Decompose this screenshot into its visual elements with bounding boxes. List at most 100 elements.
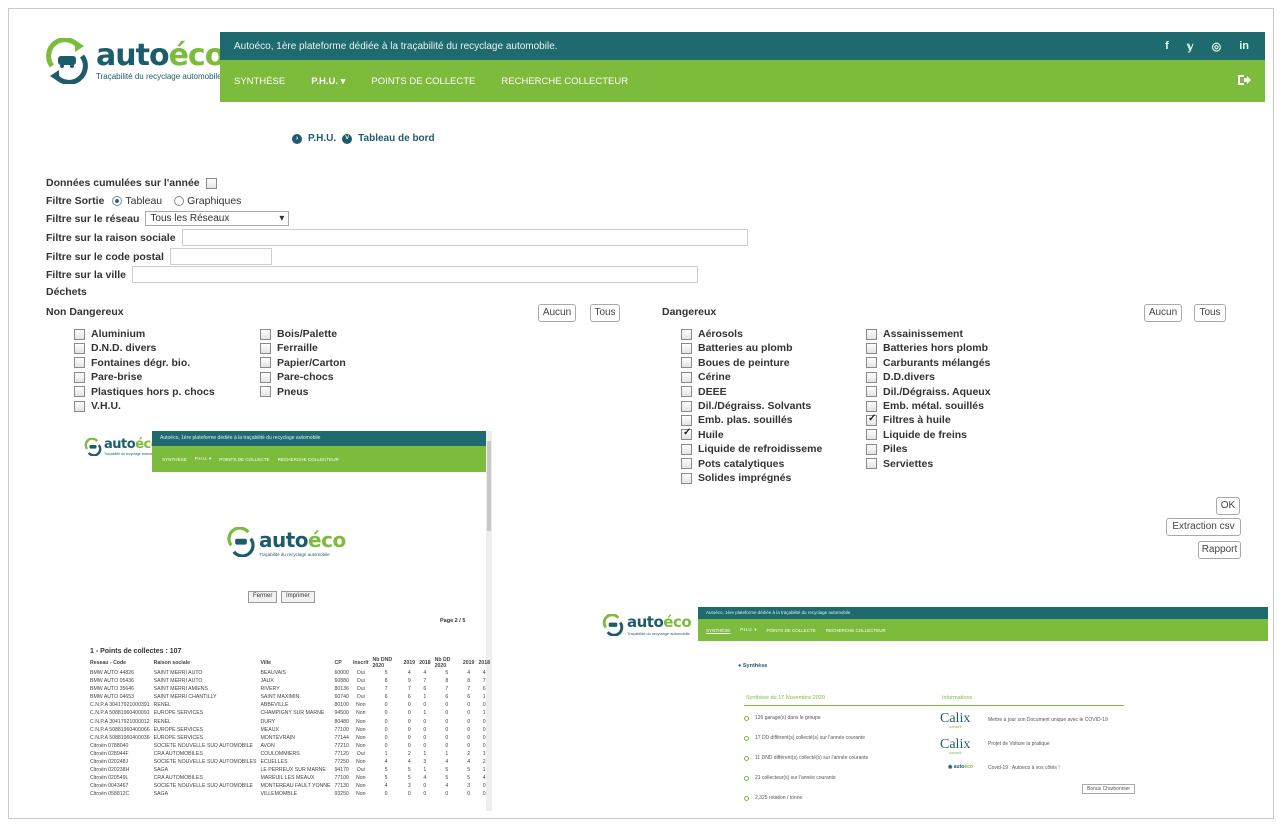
waste-d-2-checkbox[interactable] <box>681 357 692 369</box>
info-item-3[interactable]: Covid-19 : Autoeco à vos côtés ! <box>988 765 1060 771</box>
brand-logo[interactable]: autoéco Traçabilité du recyclage automob… <box>44 37 225 85</box>
waste-nd-5-checkbox[interactable] <box>74 400 85 412</box>
waste-d-5-checkbox[interactable] <box>681 400 692 412</box>
waste-d-4[interactable]: DEEE <box>681 386 727 398</box>
waste-d-9-checkbox[interactable] <box>681 458 692 470</box>
waste-d-5[interactable]: Dil./Dégraiss. Solvants <box>681 400 811 412</box>
waste-d2-0-checkbox[interactable] <box>866 328 877 340</box>
report-nav-recherche[interactable]: RECHERCHE COLLECTEUR <box>278 457 339 462</box>
waste-nd2-4[interactable]: Pneus <box>260 386 309 398</box>
info-item-2[interactable]: Projet de Voiture la pratique <box>988 741 1050 747</box>
waste-nd-4[interactable]: Plastiques hors p. chocs <box>74 386 215 398</box>
waste-nd2-0-checkbox[interactable] <box>260 328 271 340</box>
waste-d-0[interactable]: Aérosols <box>681 328 743 340</box>
waste-d2-8[interactable]: Piles <box>866 443 908 455</box>
waste-nd2-3-checkbox[interactable] <box>260 371 271 383</box>
waste-d-4-checkbox[interactable] <box>681 386 692 398</box>
waste-d2-5-checkbox[interactable] <box>866 400 877 412</box>
waste-d-1-checkbox[interactable] <box>681 342 692 354</box>
synthese-nav-recherche[interactable]: RECHERCHE COLLECTEUR <box>826 628 886 633</box>
waste-d2-0[interactable]: Assainissement <box>866 328 963 340</box>
facebook-icon[interactable]: f <box>1165 40 1169 53</box>
waste-d2-4[interactable]: Dil./Dégraiss. Aqueux <box>866 386 991 398</box>
bonus-button[interactable]: Bonus Charbonnier <box>1082 784 1136 794</box>
waste-d-3[interactable]: Cérine <box>681 371 731 383</box>
waste-d2-2-checkbox[interactable] <box>866 357 877 369</box>
cumulative-checkbox[interactable] <box>205 177 217 189</box>
waste-nd-3-checkbox[interactable] <box>74 371 85 383</box>
dangerous-none-button[interactable]: Aucun <box>1144 304 1182 322</box>
waste-nd-1-checkbox[interactable] <box>74 342 85 354</box>
waste-d2-8-checkbox[interactable] <box>866 443 877 455</box>
waste-d2-1[interactable]: Batteries hors plomb <box>866 342 988 354</box>
nav-synthese[interactable]: SYNTHÈSE <box>234 76 285 87</box>
linkedin-icon[interactable]: in <box>1239 40 1249 53</box>
breadcrumb-dashboard[interactable]: Tableau de bord <box>358 133 435 144</box>
waste-nd-2-checkbox[interactable] <box>74 357 85 369</box>
waste-nd-0-checkbox[interactable] <box>74 328 85 340</box>
waste-nd-2[interactable]: Fontaines dégr. bio. <box>74 357 190 369</box>
breadcrumb-phu[interactable]: P.H.U. <box>308 133 336 144</box>
network-select[interactable]: Tous les Réseaux ▾ <box>145 211 290 226</box>
report-button[interactable]: Rapport <box>1198 541 1241 559</box>
synthese-nav-synthese[interactable]: SYNTHÈSE <box>706 628 730 633</box>
report-nav-synthese[interactable]: SYNTHÈSE <box>162 457 187 462</box>
report-nav-phu[interactable]: P.H.U. ▾ <box>195 456 212 462</box>
logout-icon[interactable] <box>1237 73 1251 87</box>
extract-csv-button[interactable]: Extraction csv <box>1166 518 1241 536</box>
waste-d-9[interactable]: Pots catalytiques <box>681 458 784 470</box>
waste-nd2-1-checkbox[interactable] <box>260 342 271 354</box>
waste-d2-6-checkbox[interactable] <box>866 413 877 426</box>
waste-d-7-checkbox[interactable] <box>681 427 692 441</box>
ok-button[interactable]: OK <box>1216 497 1240 515</box>
nav-points-collecte[interactable]: POINTS DE COLLECTE <box>371 76 475 87</box>
waste-nd2-3[interactable]: Pare-chocs <box>260 371 334 383</box>
waste-d-8-checkbox[interactable] <box>681 443 692 455</box>
city-input[interactable] <box>131 266 698 283</box>
waste-nd2-2[interactable]: Papier/Carton <box>260 357 346 369</box>
waste-d2-7[interactable]: Liquide de freins <box>866 429 967 441</box>
waste-d-10-checkbox[interactable] <box>681 472 692 484</box>
report-nav-points[interactable]: POINTS DE COLLECTE <box>219 457 269 462</box>
twitter-icon[interactable]: 𝕪 <box>1187 40 1194 53</box>
report-close-button[interactable]: Fermer <box>248 591 278 603</box>
waste-nd-4-checkbox[interactable] <box>74 386 85 398</box>
waste-d-10[interactable]: Solides imprégnés <box>681 472 791 484</box>
waste-nd2-0[interactable]: Bois/Palette <box>260 328 337 340</box>
report-print-button[interactable]: Imprimer <box>281 591 315 603</box>
waste-nd-5[interactable]: V.H.U. <box>74 400 121 412</box>
waste-d2-3-checkbox[interactable] <box>866 371 877 383</box>
nav-recherche-collecteur[interactable]: RECHERCHE COLLECTEUR <box>501 76 628 87</box>
waste-d2-1-checkbox[interactable] <box>866 342 877 354</box>
waste-nd-0[interactable]: Aluminium <box>74 328 145 340</box>
waste-d2-3[interactable]: D.D.divers <box>866 371 935 383</box>
waste-d2-5[interactable]: Emb. métal. souillés <box>866 400 984 412</box>
output-radio-charts[interactable] <box>174 196 185 206</box>
postal-input[interactable] <box>169 248 272 265</box>
non-dangerous-none-button[interactable]: Aucun <box>538 304 576 322</box>
waste-d2-9-checkbox[interactable] <box>866 458 877 470</box>
synthese-nav-phu[interactable]: P.H.U. ▾ <box>740 627 756 633</box>
waste-nd-1[interactable]: D.N.D. divers <box>74 342 156 354</box>
waste-d-6[interactable]: Emb. plas. souillés <box>681 414 793 426</box>
synthese-nav-points[interactable]: POINTS DE COLLECTE <box>766 628 815 633</box>
waste-d-2[interactable]: Boues de peinture <box>681 357 790 369</box>
waste-d2-4-checkbox[interactable] <box>866 386 877 398</box>
non-dangerous-all-button[interactable]: Tous <box>590 304 620 322</box>
waste-d-6-checkbox[interactable] <box>681 414 692 426</box>
output-radio-table[interactable] <box>112 196 123 206</box>
waste-d2-9[interactable]: Serviettes <box>866 458 933 470</box>
instagram-icon[interactable]: ◎ <box>1212 40 1222 53</box>
company-input[interactable] <box>181 229 748 246</box>
waste-d-8[interactable]: Liquide de refroidisseme <box>681 443 822 455</box>
waste-nd2-1[interactable]: Ferraille <box>260 342 318 354</box>
waste-nd-3[interactable]: Pare-brise <box>74 371 142 383</box>
info-item-1[interactable]: Mettre à jour son Document unique avec l… <box>988 717 1108 723</box>
dangerous-all-button[interactable]: Tous <box>1194 304 1226 322</box>
waste-d2-6[interactable]: Filtres à huile <box>866 413 951 426</box>
waste-d-7[interactable]: Huile <box>681 427 724 441</box>
nav-phu[interactable]: P.H.U. ▾ <box>311 76 345 87</box>
waste-nd2-2-checkbox[interactable] <box>260 357 271 369</box>
waste-d-0-checkbox[interactable] <box>681 328 692 340</box>
waste-nd2-4-checkbox[interactable] <box>260 386 271 398</box>
